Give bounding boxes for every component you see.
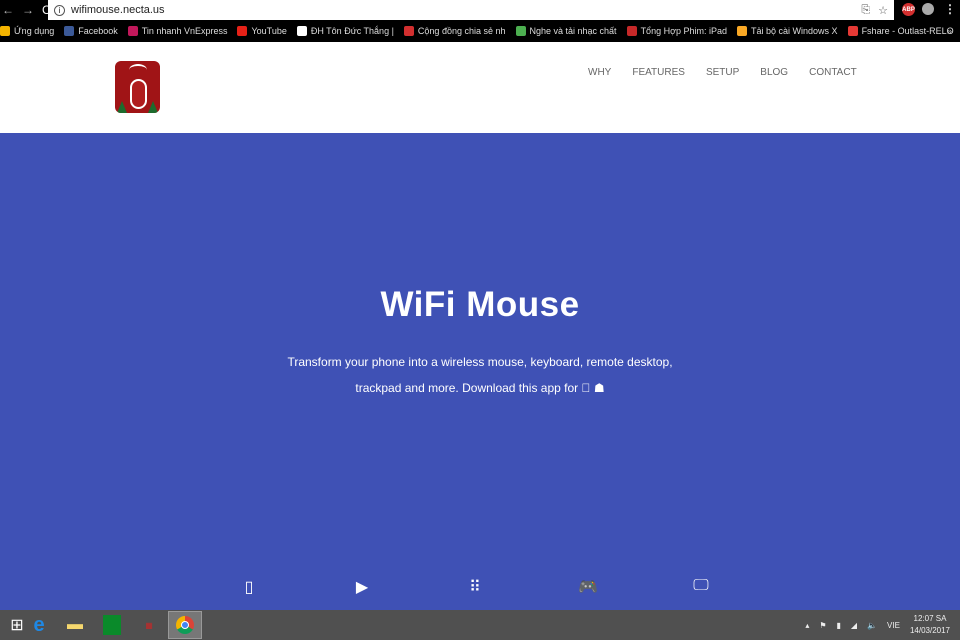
bookmark-label: Ứng dụng bbox=[14, 26, 55, 36]
bookmark-item[interactable]: Ứng dụng bbox=[0, 26, 54, 36]
bookmark-item[interactable]: Cộng đồng chia sẻ nh bbox=[403, 26, 506, 36]
mouse-icon[interactable]: ▯ bbox=[245, 577, 254, 597]
monitor-icon[interactable]: 🖵 bbox=[693, 577, 708, 595]
play-icon[interactable]: ▶ bbox=[356, 577, 368, 597]
bookmark-item[interactable]: ĐH Tôn Đức Thắng | bbox=[296, 26, 394, 36]
address-bar[interactable]: i wifimouse.necta.us ⎘ ☆ bbox=[48, 0, 894, 20]
battery-icon[interactable]: ▮ bbox=[837, 621, 841, 630]
language-indicator[interactable]: VIE bbox=[887, 621, 900, 630]
volume-icon[interactable]: 🔈 bbox=[867, 621, 877, 630]
bookmarks-bar: Ứng dụng Facebook Tin nhanh VnExpress YouTu… bbox=[0, 20, 960, 42]
bookmark-icon bbox=[626, 26, 637, 36]
clock[interactable]: 12:07 SA 14/03/2017 bbox=[910, 613, 950, 637]
nav-contact[interactable]: CONTACT bbox=[809, 67, 857, 78]
file-explorer-icon[interactable]: ▬ bbox=[58, 611, 92, 639]
nav-features[interactable]: FEATURES bbox=[632, 67, 685, 78]
bookmark-icon bbox=[847, 26, 858, 36]
apple-android-icons[interactable]:  ☗ bbox=[582, 381, 605, 395]
bookmark-label: Tổng Hợp Phim: iPad bbox=[640, 26, 728, 36]
bookmark-icon bbox=[237, 26, 248, 36]
back-button[interactable]: ← bbox=[2, 3, 14, 17]
bookmark-label: YouTube bbox=[251, 26, 287, 36]
browser-toolbar: ← → C i wifimouse.necta.us ⎘ ☆ ABP ⋮ bbox=[0, 0, 960, 20]
internet-explorer-icon[interactable]: e bbox=[22, 611, 56, 639]
wifi-mouse-logo[interactable] bbox=[115, 61, 160, 113]
bookmark-item[interactable]: YouTube bbox=[237, 26, 287, 36]
more-bookmarks-button[interactable]: » bbox=[947, 26, 952, 36]
forward-button[interactable]: → bbox=[22, 3, 34, 17]
store-icon[interactable] bbox=[103, 615, 121, 635]
keypad-icon[interactable]: ⠿ bbox=[469, 577, 481, 597]
bookmark-label: Tin nhanh VnExpress bbox=[141, 26, 228, 36]
info-icon[interactable]: i bbox=[54, 4, 65, 16]
bookmark-icon bbox=[127, 26, 138, 36]
bookmark-item[interactable]: Nghe và tải nhạc chất bbox=[515, 26, 617, 36]
adblock-icon[interactable]: ABP bbox=[902, 3, 915, 16]
hero-description: Transform your phone into a wireless mou… bbox=[287, 355, 673, 395]
hero-section: WiFi Mouse Transform your phone into a w… bbox=[0, 133, 960, 610]
bookmark-label: Tải bộ cài Windows X bbox=[751, 26, 838, 36]
bookmark-icon bbox=[296, 26, 307, 36]
system-tray: ▴ ⚑ ▮ ◢ 🔈 VIE 12:07 SA 14/03/2017 bbox=[805, 610, 960, 640]
chrome-icon[interactable] bbox=[168, 611, 202, 639]
main-nav: WHY FEATURES SETUP BLOG CONTACT bbox=[588, 67, 857, 78]
bookmark-item[interactable]: Facebook bbox=[64, 26, 118, 36]
flag-icon[interactable]: ⚑ bbox=[819, 621, 826, 630]
bookmark-item[interactable]: Tổng Hợp Phim: iPad bbox=[626, 26, 728, 36]
gamepad-icon[interactable]: 🎮 bbox=[578, 577, 598, 597]
nav-why[interactable]: WHY bbox=[588, 67, 611, 78]
bookmark-icon bbox=[515, 26, 526, 36]
bookmark-label: ĐH Tôn Đức Thắng | bbox=[310, 26, 394, 36]
nav-setup[interactable]: SETUP bbox=[706, 67, 739, 78]
url-text: wifimouse.necta.us bbox=[71, 4, 165, 16]
signal-icon[interactable]: ◢ bbox=[851, 621, 857, 630]
bookmark-icon bbox=[0, 26, 10, 36]
show-hidden-icons[interactable]: ▴ bbox=[805, 621, 809, 630]
bookmark-label: Facebook bbox=[78, 26, 118, 36]
bookmark-item[interactable]: Tải bộ cài Windows X bbox=[737, 26, 838, 36]
bookmark-label: Cộng đồng chia sẻ nh bbox=[417, 26, 506, 36]
bookmark-label: Nghe và tải nhạc chất bbox=[529, 26, 617, 36]
unikey-icon[interactable]: ▦ bbox=[132, 611, 166, 639]
bookmark-icon bbox=[64, 26, 75, 36]
menu-icon[interactable]: ⋮ bbox=[944, 2, 956, 16]
translate-icon[interactable]: ⎘ bbox=[861, 4, 870, 17]
bookmark-icon bbox=[403, 26, 414, 36]
bookmark-item[interactable]: Tin nhanh VnExpress bbox=[127, 26, 228, 36]
taskbar: ⊞ e ▬ ▦ ▴ ⚑ ▮ ◢ 🔈 VIE 12:07 SA 14/03/2017 bbox=[0, 610, 960, 640]
bookmark-item[interactable]: Fshare - Outlast-RELO bbox=[847, 26, 954, 36]
star-icon[interactable]: ☆ bbox=[878, 4, 888, 17]
site-header: WHY FEATURES SETUP BLOG CONTACT bbox=[0, 42, 960, 133]
extension-icon[interactable] bbox=[922, 3, 934, 15]
nav-blog[interactable]: BLOG bbox=[760, 67, 788, 78]
bookmark-label: Fshare - Outlast-RELO bbox=[861, 26, 954, 36]
bookmark-icon bbox=[737, 26, 748, 36]
hero-title: WiFi Mouse bbox=[380, 285, 580, 324]
